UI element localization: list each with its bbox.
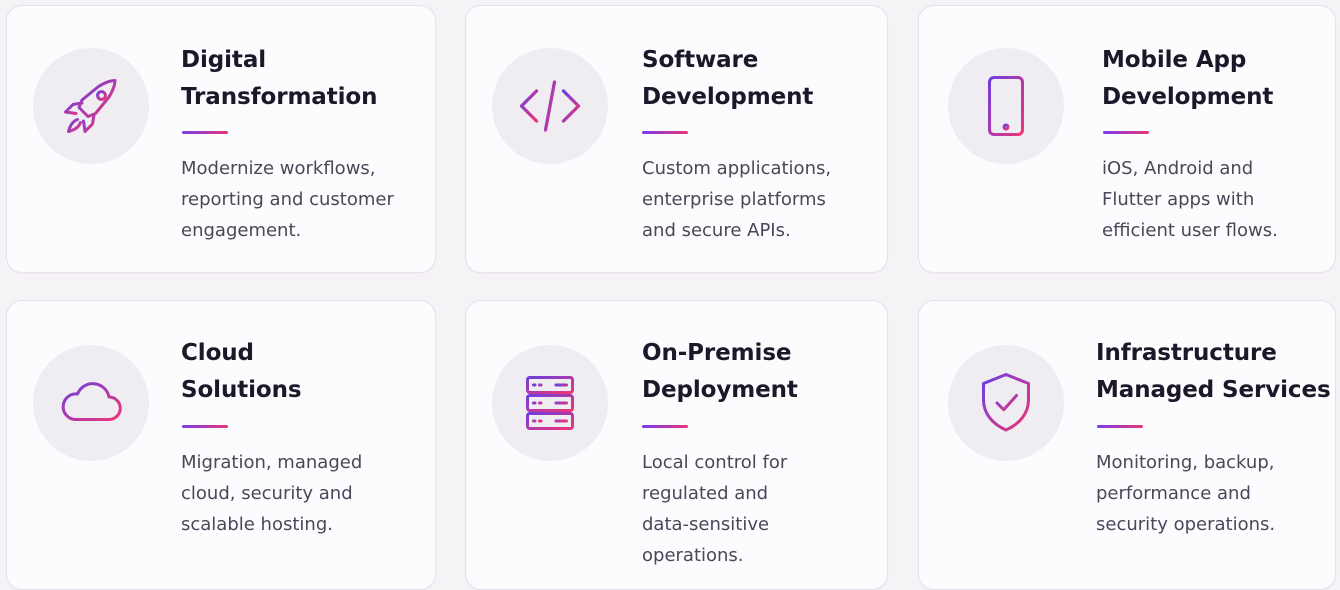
card-title: On-Premise Deployment [642, 340, 798, 403]
card-description: Custom applications, enterprise platform… [642, 158, 832, 241]
card-title: Mobile App Development [1102, 47, 1274, 110]
service-card-software-development[interactable]: Software Development Custom applications… [465, 5, 888, 273]
card-description: Local control for regulated and data-sen… [642, 452, 788, 566]
card-description: Modernize workflows, reporting and custo… [181, 158, 394, 241]
cloud-icon [61, 382, 122, 421]
code-icon [519, 80, 581, 132]
card-title: Infrastructure Managed Services [1096, 340, 1331, 403]
service-card-digital-transformation[interactable]: Digital Transformation Modernize workflo… [6, 5, 436, 273]
title-underline [1097, 425, 1143, 428]
title-underline [642, 131, 688, 134]
icon-circle [492, 48, 608, 164]
shield-check-icon [982, 373, 1030, 432]
card-title: Cloud Solutions [181, 340, 302, 403]
title-underline [182, 131, 228, 134]
title-underline [182, 425, 228, 428]
title-underline [1103, 131, 1149, 134]
icon-circle [33, 345, 149, 461]
smartphone-icon [988, 76, 1024, 136]
title-underline [642, 425, 688, 428]
service-card-cloud-solutions[interactable]: Cloud Solutions Migration, managed cloud… [6, 300, 436, 590]
card-title: Digital Transformation [181, 47, 378, 110]
service-card-on-premise-deployment[interactable]: On-Premise Deployment Local control for … [465, 300, 888, 590]
service-card-mobile-app-development[interactable]: Mobile App Development iOS, Android and … [918, 5, 1336, 273]
icon-circle [948, 345, 1064, 461]
rocket-icon [64, 79, 117, 133]
card-title: Software Development [642, 47, 814, 110]
service-card-infrastructure-managed-services[interactable]: Infrastructure Managed Services Monitori… [918, 300, 1336, 590]
icon-circle [948, 48, 1064, 164]
icon-circle [33, 48, 149, 164]
server-icon [526, 376, 574, 430]
card-description: Monitoring, backup, performance and secu… [1096, 452, 1276, 535]
icon-circle [492, 345, 608, 461]
card-description: iOS, Android and Flutter apps with effic… [1102, 158, 1278, 241]
card-description: Migration, managed cloud, security and s… [181, 452, 363, 535]
